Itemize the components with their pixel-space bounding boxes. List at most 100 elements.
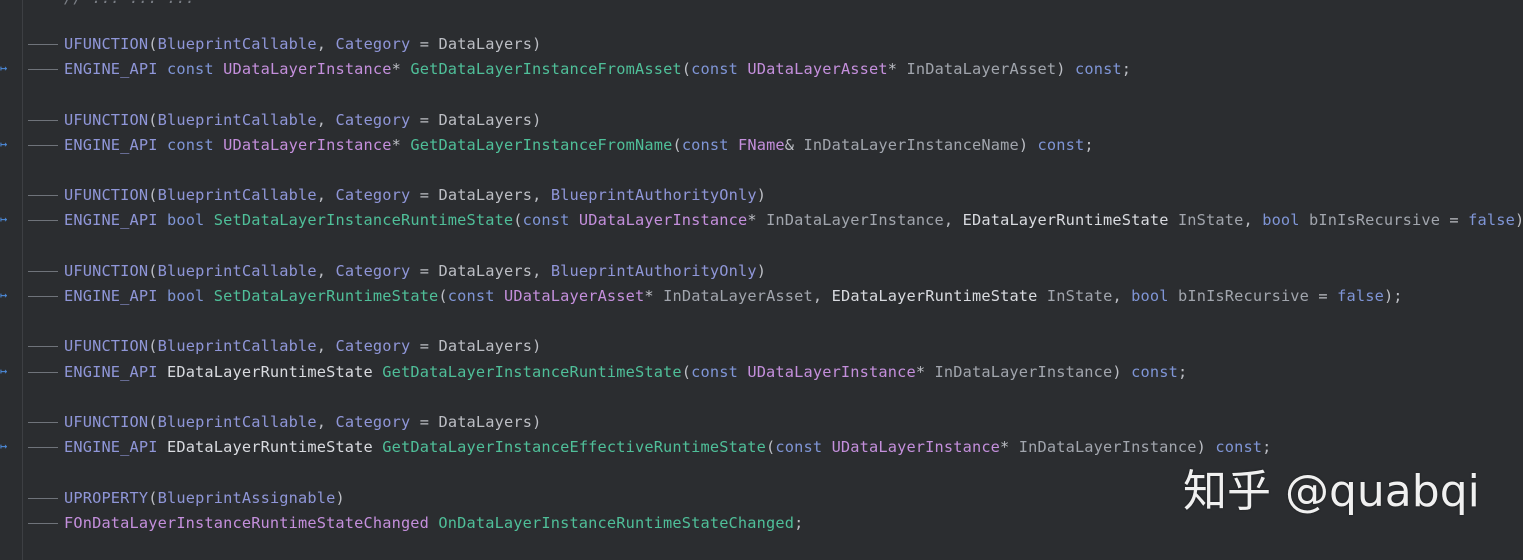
code-token: = — [410, 110, 439, 129]
code-token: ) — [1112, 362, 1132, 381]
code-token: , — [316, 337, 336, 356]
code-token: const — [1131, 362, 1178, 381]
code-token: const — [447, 287, 504, 305]
blank-line[interactable] — [0, 82, 1523, 106]
implementation-gutter-icon[interactable]: ↦ — [0, 288, 8, 302]
code-text: ENGINE_API const UDataLayerInstance * Get… — [64, 57, 1131, 81]
code-token: , — [812, 287, 832, 305]
code-token: UFUNCTION — [64, 337, 149, 356]
code-line[interactable]: ↦ ENGINE_API const UDataLayerInstance* Ge… — [0, 133, 1523, 157]
code-token: const — [166, 135, 224, 154]
code-token: const — [691, 362, 748, 381]
code-token: = — [1309, 287, 1338, 305]
code-text: UFUNCTION(BlueprintCallable, Category = … — [64, 334, 541, 358]
code-token: , — [316, 110, 336, 129]
code-token: ENGINE_API — [64, 135, 167, 154]
code-token: UDataLayerAsset — [747, 60, 888, 79]
code-token: ) — [532, 337, 542, 356]
code-token: BlueprintCallable — [157, 186, 317, 205]
code-text: ENGINE_API EDataLayerRuntimeState GetDat… — [64, 435, 1272, 459]
code-token: ( — [766, 438, 776, 457]
code-line[interactable]: ↦ ENGINE_API EDataLayerRuntimeState GetDa… — [0, 435, 1523, 459]
code-token: ( — [148, 413, 158, 431]
blank-line[interactable] — [0, 309, 1523, 333]
implementation-gutter-icon[interactable]: ↦ — [0, 364, 8, 378]
blank-line[interactable] — [0, 234, 1523, 258]
code-token: BlueprintAuthorityOnly — [550, 261, 757, 280]
code-token: InDataLayerInstance — [1018, 438, 1197, 457]
implementation-gutter-icon[interactable]: ↦ — [0, 212, 8, 226]
code-token: ) — [1196, 438, 1216, 457]
code-line[interactable]: ↦ ENGINE_API const UDataLayerInstance * Ge… — [0, 57, 1523, 81]
code-line[interactable]: UFUNCTION(BlueprintCallable, Category = … — [0, 108, 1523, 132]
indent-guide — [28, 69, 58, 71]
code-line[interactable]: ↦ ENGINE_API EDataLayerRuntimeState GetDa… — [0, 360, 1523, 384]
code-token: ) — [532, 35, 542, 53]
code-token: BlueprintAssignable — [157, 488, 336, 507]
code-line[interactable]: ↦ ENGINE_API bool SetDataLayerRuntimeStat… — [0, 284, 1523, 308]
code-token: GetDataLayerInstanceFromAsset — [410, 60, 682, 79]
code-token: const — [681, 135, 738, 154]
code-token: UDataLayerInstance — [747, 362, 916, 381]
indent-guide — [28, 447, 58, 449]
code-token: GetDataLayerInstanceFromName — [410, 135, 673, 154]
code-line[interactable]: UFUNCTION(BlueprintCallable, Category = … — [0, 259, 1523, 283]
code-token: ( — [148, 337, 158, 356]
indent-guide — [28, 371, 58, 373]
code-token: SetDataLayerRuntimeState — [213, 287, 439, 305]
code-token: InState — [1177, 211, 1244, 230]
code-token: GetDataLayerInstanceEffectiveRuntimeStat… — [382, 438, 767, 457]
code-token: ENGINE_API — [64, 60, 167, 79]
code-token: InDataLayerInstance — [766, 211, 944, 230]
blank-line[interactable] — [0, 158, 1523, 182]
code-token: ( — [672, 135, 682, 154]
implementation-gutter-icon[interactable]: ↦ — [0, 61, 8, 75]
code-token: InDataLayerAsset — [906, 60, 1057, 79]
code-token: BlueprintCallable — [157, 413, 317, 431]
code-token: UDataLayerInstance — [223, 60, 392, 79]
indent-guide — [28, 497, 58, 499]
watermark-text: 知乎 @quabqi — [1183, 466, 1480, 517]
code-token: ( — [148, 186, 158, 205]
code-token: BlueprintCallable — [157, 35, 317, 53]
code-token: ); — [1383, 287, 1403, 305]
code-token: bInIsRecursive — [1309, 211, 1441, 230]
code-token: * — [1000, 438, 1019, 457]
code-token: ) — [532, 413, 542, 431]
code-token: UFUNCTION — [64, 261, 149, 280]
code-token: * — [391, 135, 411, 154]
code-token: DataLayers — [438, 186, 533, 205]
code-text: UFUNCTION(BlueprintCallable, Category = … — [64, 259, 766, 283]
code-token: bool — [1262, 211, 1310, 230]
code-token: const — [1037, 135, 1085, 154]
implementation-gutter-icon[interactable]: ↦ — [0, 137, 8, 151]
code-line[interactable]: ↦ ENGINE_API bool SetDataLayerInstanceRun… — [0, 208, 1523, 232]
code-token: EDataLayerRuntimeState — [831, 287, 1038, 305]
code-token: Category — [335, 413, 411, 431]
code-token: BlueprintAuthorityOnly — [550, 186, 757, 205]
implementation-gutter-icon[interactable]: ↦ — [0, 439, 8, 453]
code-token: const — [522, 211, 579, 230]
code-line[interactable]: UFUNCTION(BlueprintCallable, Category = … — [0, 410, 1523, 434]
code-token: const — [166, 60, 224, 79]
code-token: DataLayers — [438, 413, 533, 431]
code-token: = — [410, 337, 439, 356]
code-token: DataLayers — [438, 110, 533, 129]
code-token: EDataLayerRuntimeState — [166, 438, 373, 457]
code-text: UFUNCTION(BlueprintCallable, Category = … — [64, 108, 541, 132]
code-line[interactable]: UFUNCTION(BlueprintCallable, Category = … — [0, 32, 1523, 56]
indent-guide — [28, 346, 58, 348]
code-token: UFUNCTION — [64, 110, 149, 129]
code-token: InDataLayerInstanceName — [803, 135, 1019, 154]
code-token: ; — [1262, 438, 1272, 457]
code-token: ) — [532, 110, 542, 129]
code-token: ; — [1177, 362, 1188, 381]
code-token: * — [887, 60, 907, 79]
code-token: , — [532, 186, 551, 205]
blank-line[interactable] — [0, 385, 1523, 409]
code-line[interactable]: UFUNCTION(BlueprintCallable, Category = … — [0, 334, 1523, 358]
code-line[interactable]: UFUNCTION(BlueprintCallable, Category = … — [0, 183, 1523, 207]
code-text: ENGINE_API bool SetDataLayerRuntimeState… — [64, 284, 1403, 308]
